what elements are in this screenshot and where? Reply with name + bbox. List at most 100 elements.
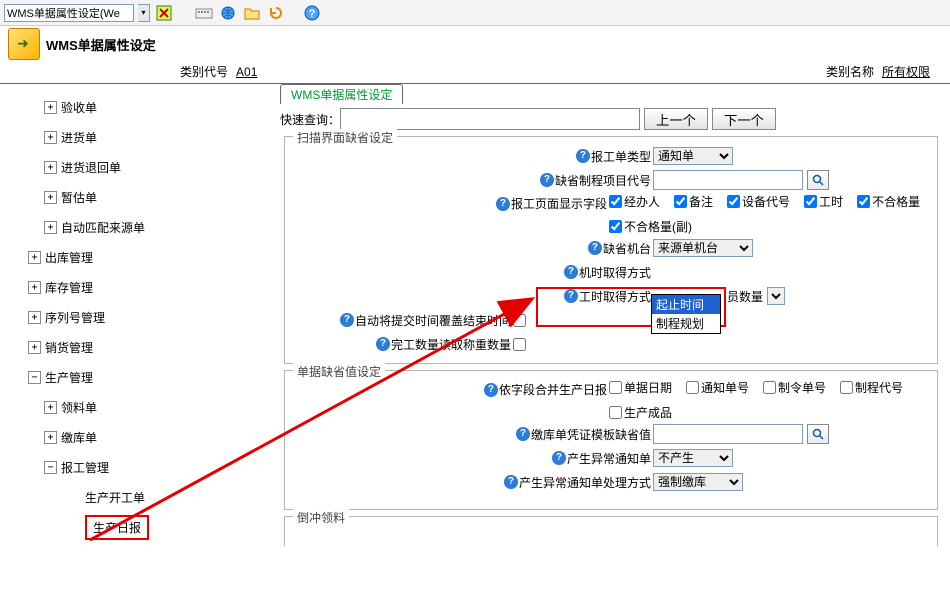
- checkbox[interactable]: [840, 381, 853, 394]
- checkbox[interactable]: [727, 195, 740, 208]
- checkbox-item[interactable]: 设备代号: [727, 193, 790, 210]
- help-icon[interactable]: ?: [564, 289, 578, 303]
- voucher-template-input[interactable]: [653, 424, 803, 444]
- tree-label[interactable]: 缴库单: [61, 429, 97, 446]
- tree-item[interactable]: + 进货单: [16, 122, 272, 152]
- dropdown-option[interactable]: 起止时间: [652, 295, 720, 314]
- tree-item[interactable]: + 库存管理: [16, 272, 272, 302]
- folder-icon[interactable]: [242, 3, 262, 23]
- expand-icon[interactable]: +: [44, 431, 57, 444]
- exception-handle-select[interactable]: 强制缴库: [653, 473, 743, 491]
- default-machine-select[interactable]: 来源单机台: [653, 239, 753, 257]
- checkbox-item[interactable]: 不合格量(副): [609, 218, 692, 235]
- checkbox-item[interactable]: 通知单号: [686, 379, 749, 396]
- expand-icon[interactable]: +: [44, 131, 57, 144]
- tree-item[interactable]: + 出库管理: [16, 242, 272, 272]
- tree-label[interactable]: 领料单: [61, 399, 97, 416]
- tree-item[interactable]: −报工管理: [16, 452, 272, 482]
- lookup-icon[interactable]: [807, 170, 829, 190]
- tree-item[interactable]: +进货退回单: [16, 152, 272, 182]
- tree-label[interactable]: 暂估单: [61, 189, 97, 206]
- project-code-input[interactable]: [653, 170, 803, 190]
- category-code-value[interactable]: A01: [236, 65, 296, 79]
- checkbox[interactable]: [763, 381, 776, 394]
- checkbox-item[interactable]: 工时: [804, 193, 843, 210]
- tree-item[interactable]: + 缴库单: [16, 422, 272, 452]
- globe-icon[interactable]: [218, 3, 238, 23]
- expand-icon[interactable]: +: [28, 251, 41, 264]
- tree-label[interactable]: 库存管理: [45, 279, 93, 296]
- help-icon[interactable]: ?: [376, 337, 390, 351]
- checkbox-item[interactable]: 生产成品: [609, 404, 672, 421]
- tab-wms-settings[interactable]: WMS单据属性设定: [280, 84, 403, 104]
- expand-icon[interactable]: +: [28, 311, 41, 324]
- expand-icon[interactable]: +: [44, 221, 57, 234]
- collapse-icon[interactable]: −: [44, 461, 57, 474]
- help-icon[interactable]: ?: [564, 265, 578, 279]
- tree-label[interactable]: 生产开工单: [85, 489, 145, 506]
- tree-item[interactable]: 生产日报: [16, 512, 272, 542]
- help-icon[interactable]: ?: [340, 313, 354, 327]
- tree-item[interactable]: + 销货管理: [16, 332, 272, 362]
- tree-label[interactable]: 生产日报: [85, 515, 149, 540]
- checkbox[interactable]: [804, 195, 817, 208]
- help-icon[interactable]: ?: [496, 197, 510, 211]
- help-icon[interactable]: ?: [484, 383, 498, 397]
- expand-icon[interactable]: +: [28, 341, 41, 354]
- help-icon[interactable]: ?: [516, 427, 530, 441]
- tree-label[interactable]: 报工管理: [61, 459, 109, 476]
- checkbox[interactable]: [609, 195, 622, 208]
- expand-icon[interactable]: +: [44, 101, 57, 114]
- tree-item[interactable]: + 验收单: [16, 92, 272, 122]
- help-icon[interactable]: ?: [302, 3, 322, 23]
- tree-item[interactable]: + 暂估单: [16, 182, 272, 212]
- expand-icon[interactable]: +: [44, 401, 57, 414]
- collapse-icon[interactable]: −: [28, 371, 41, 384]
- report-type-select[interactable]: 通知单: [653, 147, 733, 165]
- toolbar-combo[interactable]: WMS单据属性设定(We: [4, 4, 134, 22]
- combo-arrow-icon[interactable]: ▾: [138, 4, 150, 22]
- refresh-icon[interactable]: [266, 3, 286, 23]
- keyboard-icon[interactable]: [194, 3, 214, 23]
- tree-label[interactable]: 进货单: [61, 129, 97, 146]
- lookup-icon[interactable]: [807, 424, 829, 444]
- tree-label[interactable]: 销货管理: [45, 339, 93, 356]
- checkbox-item[interactable]: 经办人: [609, 193, 660, 210]
- checkbox[interactable]: [609, 381, 622, 394]
- next-button[interactable]: 下一个: [712, 108, 776, 130]
- help-icon[interactable]: ?: [504, 475, 518, 489]
- completed-qty-checkbox[interactable]: [513, 338, 526, 351]
- checkbox-item[interactable]: 备注: [674, 193, 713, 210]
- checkbox[interactable]: [674, 195, 687, 208]
- checkbox[interactable]: [609, 220, 622, 233]
- tree-label[interactable]: 自动匹配来源单: [61, 219, 145, 236]
- checkbox-item[interactable]: 不合格量: [857, 193, 920, 210]
- prev-button[interactable]: 上一个: [644, 108, 708, 130]
- tree-label[interactable]: 序列号管理: [45, 309, 105, 326]
- tree-label[interactable]: 出库管理: [45, 249, 93, 266]
- tree-item[interactable]: + 序列号管理: [16, 302, 272, 332]
- machine-method-dropdown[interactable]: 起止时间 制程规划: [651, 294, 721, 334]
- tree-item[interactable]: + 领料单: [16, 392, 272, 422]
- expand-icon[interactable]: +: [44, 161, 57, 174]
- gen-exception-select[interactable]: 不产生: [653, 449, 733, 467]
- expand-icon[interactable]: +: [28, 281, 41, 294]
- checkbox[interactable]: [857, 195, 870, 208]
- checkbox[interactable]: [686, 381, 699, 394]
- help-icon[interactable]: ?: [576, 149, 590, 163]
- checkbox-item[interactable]: 单据日期: [609, 379, 672, 396]
- close-icon[interactable]: [154, 3, 174, 23]
- checkbox-item[interactable]: 制令单号: [763, 379, 826, 396]
- expand-icon[interactable]: +: [44, 191, 57, 204]
- tree-item[interactable]: + 自动匹配来源单: [16, 212, 272, 242]
- tree-label[interactable]: 验收单: [61, 99, 97, 116]
- checkbox-item[interactable]: 制程代号: [840, 379, 903, 396]
- help-icon[interactable]: ?: [540, 173, 554, 187]
- dropdown-option[interactable]: 制程规划: [652, 314, 720, 333]
- labor-qty-select[interactable]: [767, 287, 785, 305]
- tree-label[interactable]: 生产管理: [45, 369, 93, 386]
- help-icon[interactable]: ?: [552, 451, 566, 465]
- checkbox[interactable]: [609, 406, 622, 419]
- help-icon[interactable]: ?: [588, 241, 602, 255]
- auto-commit-checkbox[interactable]: [513, 314, 526, 327]
